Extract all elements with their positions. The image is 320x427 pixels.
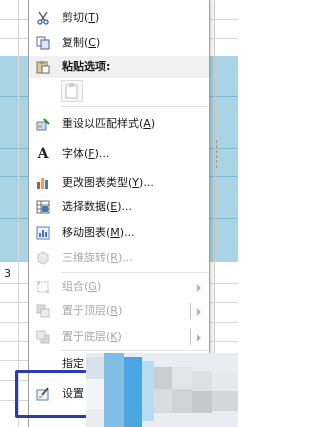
accelerator-key: K [110, 330, 118, 343]
menu-item-bring-to-front[interactable]: 置于顶层(R) [29, 300, 209, 322]
bring-front-icon [35, 303, 51, 319]
menu-item-select-data[interactable]: 选择数据(E)... [29, 196, 209, 218]
menu-item-label: 复制 [62, 36, 84, 49]
font-icon: A [37, 146, 49, 162]
split-divider [190, 303, 191, 319]
accelerator-key: T [88, 11, 96, 24]
ellipsis: ... [122, 251, 133, 264]
menu-item-3d-rotation[interactable]: 三维旋转(R)... [29, 247, 209, 269]
menu-item-group[interactable]: 组合(G) [29, 276, 209, 298]
accelerator-key: Y [132, 176, 140, 189]
menu-item-label: 组合 [62, 280, 84, 293]
ellipsis: ... [124, 226, 135, 239]
cell-value[interactable]: 3 [4, 267, 11, 280]
select-data-icon [35, 199, 51, 215]
chevron-right-icon[interactable] [197, 308, 201, 316]
accelerator-key: F [88, 147, 95, 160]
accelerator-key: M [110, 226, 120, 239]
menu-item-label: 三维旋转 [62, 251, 106, 264]
selection-border [216, 140, 218, 168]
menu-item-label: 剪切 [62, 11, 84, 24]
move-chart-icon [35, 225, 51, 241]
menu-item-cut[interactable]: 剪切(T) [29, 7, 209, 29]
ellipsis: ... [143, 176, 154, 189]
menu-item-label: 粘贴选项: [62, 60, 111, 73]
paste-options-header: 粘贴选项: [29, 56, 209, 78]
paste-icon [35, 59, 51, 75]
gridline [18, 0, 19, 427]
menu-item-label: 置于顶层 [62, 304, 106, 317]
accelerator-key: E [110, 200, 118, 213]
menu-item-change-chart-type[interactable]: 更改图表类型(Y)... [29, 172, 209, 194]
chevron-right-icon[interactable] [197, 334, 201, 342]
menu-item-reset-style[interactable]: 重设以匹配样式(A) [29, 113, 209, 135]
paste-keep-format-icon [65, 83, 78, 99]
menu-item-label: 字体 [62, 147, 84, 160]
accelerator-key: R [110, 304, 118, 317]
menu-item-label: 移动图表 [62, 226, 106, 239]
menu-separator [61, 350, 209, 351]
menu-item-label: 重设以匹配样式 [62, 117, 139, 130]
group-icon [35, 279, 51, 295]
scissors-icon [35, 10, 51, 26]
menu-item-copy[interactable]: 复制(C) [29, 32, 209, 54]
menu-item-label: 指定 [62, 357, 84, 370]
ellipsis: ... [98, 147, 110, 160]
split-divider [190, 329, 191, 345]
menu-separator [61, 106, 209, 107]
menu-item-send-to-back[interactable]: 置于底层(K) [29, 326, 209, 348]
3d-rotate-icon [35, 250, 51, 266]
chevron-right-icon [197, 284, 201, 292]
pixelated-blur [86, 353, 238, 427]
menu-item-move-chart[interactable]: 移动图表(M)... [29, 222, 209, 244]
menu-item-label: 更改图表类型 [62, 176, 128, 189]
send-back-icon [35, 329, 51, 345]
accelerator-key: A [143, 117, 151, 130]
accelerator-key: R [110, 251, 118, 264]
menu-item-font[interactable]: A 字体(F)... [29, 143, 209, 165]
menu-separator [61, 272, 209, 273]
accelerator-key: G [88, 280, 97, 293]
ellipsis: ... [121, 200, 133, 213]
accelerator-key: C [88, 36, 96, 49]
menu-item-label: 置于底层 [62, 330, 106, 343]
paste-option-button[interactable] [61, 80, 83, 102]
copy-icon [35, 35, 51, 51]
chart-type-icon [35, 175, 51, 191]
reset-style-icon [35, 116, 51, 132]
menu-item-label: 选择数据 [62, 200, 106, 213]
